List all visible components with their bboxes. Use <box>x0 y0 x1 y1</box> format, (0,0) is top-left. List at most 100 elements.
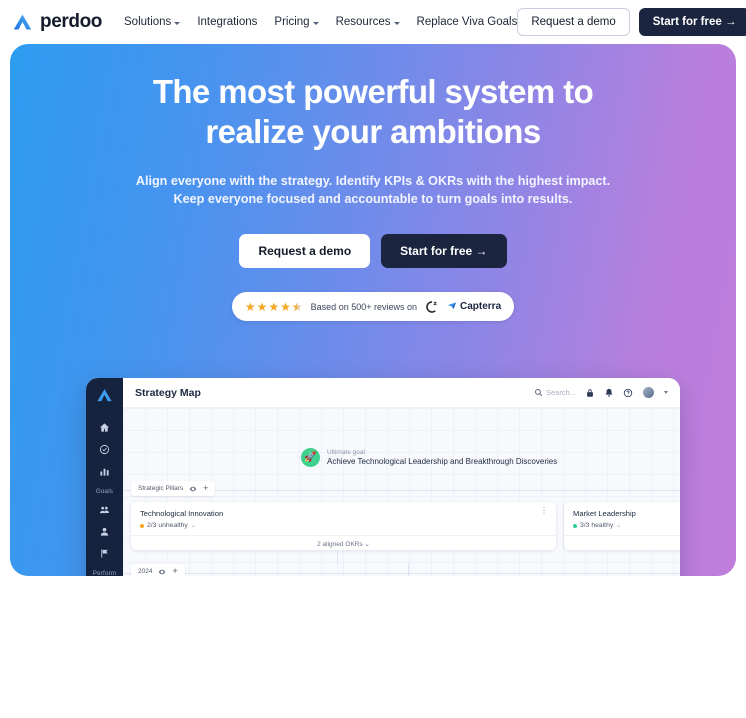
pillar-card[interactable]: Market Leadership 3/3 healthy ⌄ <box>564 502 680 550</box>
sidebar-item-analytics[interactable] <box>86 460 123 482</box>
chevron-down-icon <box>174 21 181 25</box>
app-topbar: Strategy Map Search... <box>123 378 680 408</box>
hero-request-demo-button[interactable]: Request a demo <box>239 234 371 268</box>
pillar-footer <box>564 535 680 543</box>
help-circle-icon <box>623 388 633 397</box>
star-icon: ★ <box>244 299 256 314</box>
capterra-mark-icon <box>447 302 457 310</box>
add-icon[interactable]: + <box>203 484 208 493</box>
card-menu-button[interactable]: ⋮ <box>540 507 548 515</box>
hero-start-for-free-button[interactable]: Start for free → <box>381 234 507 268</box>
sidebar-group-goals: Goals <box>95 488 114 495</box>
eye-icon[interactable] <box>158 568 166 576</box>
hero-title-line-1: The most powerful system to <box>152 73 594 110</box>
hero-title-line-2: realize your ambitions <box>205 113 541 150</box>
app-sidebar: Goals Perform Strategy <box>86 378 123 576</box>
search-icon <box>535 389 543 397</box>
pillar-footer[interactable]: 2 aligned OKRs ⌄ <box>131 535 556 550</box>
chevron-down-icon <box>393 21 400 25</box>
request-demo-button[interactable]: Request a demo <box>517 8 630 36</box>
rating-badge: ★ ★ ★ ★ ★ Based on 500+ reviews on Capte… <box>232 292 514 321</box>
status-dot-icon <box>140 523 144 528</box>
g2-logo-icon[interactable] <box>425 300 439 314</box>
app-screenshot: Goals Perform Strategy Map Search... 🚀 U… <box>86 378 680 576</box>
app-page-title: Strategy Map <box>135 386 201 399</box>
sidebar-item-check[interactable] <box>86 438 123 460</box>
connector-line <box>408 564 409 576</box>
pillar-title: Market Leadership <box>573 509 636 518</box>
pillar-footer-label: 2 aligned OKRs <box>317 540 363 548</box>
status-dot-icon <box>573 523 577 528</box>
star-rating: ★ ★ ★ ★ ★ <box>245 301 303 313</box>
brand-name: perdoo <box>40 11 102 32</box>
avatar[interactable] <box>642 386 655 399</box>
hero-content: The most powerful system to realize your… <box>10 44 736 321</box>
ultimate-goal[interactable]: 🚀 Ultimate goal Achieve Technological Le… <box>301 448 557 467</box>
star-icon: ★ <box>268 299 280 314</box>
nav-item-integrations[interactable]: Integrations <box>197 16 257 28</box>
row-label: Strategic Pillars <box>138 485 184 492</box>
chevron-down-icon <box>312 21 319 25</box>
navbar-actions: Request a demo Start for free → <box>517 8 746 36</box>
bar-chart-icon <box>100 468 109 476</box>
eye-icon[interactable] <box>189 485 197 493</box>
row-label: 2024 <box>138 568 153 575</box>
lock-button[interactable] <box>585 388 595 398</box>
nav-item-label: Solutions <box>124 16 172 28</box>
strategy-map-canvas[interactable]: 🚀 Ultimate goal Achieve Technological Le… <box>123 408 680 576</box>
row-tag-2024[interactable]: 2024 + <box>131 564 185 576</box>
row-divider <box>123 573 680 574</box>
star-icon: ★ <box>256 299 268 314</box>
person-icon <box>100 527 109 536</box>
hero-subtitle-line-1: Align everyone with the strategy. Identi… <box>135 174 611 188</box>
hero-section: The most powerful system to realize your… <box>10 44 736 576</box>
nav-item-label: Resources <box>335 16 391 28</box>
chevron-down-icon: ⌄ <box>616 523 622 529</box>
ultimate-goal-kicker: Ultimate goal <box>327 449 365 456</box>
start-for-free-button[interactable]: Start for free → <box>638 8 746 36</box>
nav-item-solutions[interactable]: Solutions <box>124 16 181 28</box>
chevron-down-icon[interactable] <box>664 391 668 394</box>
star-icon: ★ <box>280 299 291 314</box>
pillar-title: Technological Innovation <box>140 509 224 518</box>
row-tag-strategic-pillars[interactable]: Strategic Pillars + <box>131 481 216 496</box>
search-input[interactable]: Search... <box>534 388 576 397</box>
chevron-down-icon: ⌄ <box>190 523 196 529</box>
hero-cta-group: Request a demo Start for free → <box>10 234 736 268</box>
connector-line <box>337 550 338 564</box>
sidebar-group-perform: Perform <box>92 570 117 576</box>
sidebar-item-home[interactable] <box>86 416 123 438</box>
pillar-status[interactable]: 3/3 healthy ⌄ <box>573 522 675 529</box>
notifications-button[interactable] <box>604 388 614 398</box>
hero-title: The most powerful system to realize your… <box>10 72 736 152</box>
sidebar-item-teams[interactable] <box>86 498 123 520</box>
nav-item-resources[interactable]: Resources <box>336 16 400 28</box>
add-icon[interactable]: + <box>172 567 177 576</box>
brand-logo[interactable]: perdoo <box>12 11 102 33</box>
app-logo-icon[interactable] <box>96 387 113 404</box>
nav-item-label: Pricing <box>274 16 310 28</box>
people-icon <box>99 506 110 513</box>
nav-item-pricing[interactable]: Pricing <box>274 16 319 28</box>
nav-item-replace-viva-goals[interactable]: Replace Viva Goals <box>417 16 518 28</box>
rocket-icon: 🚀 <box>301 448 320 467</box>
capterra-logo[interactable]: Capterra <box>447 301 501 312</box>
search-placeholder: Search... <box>545 388 576 397</box>
app-topbar-actions: Search... <box>534 386 668 399</box>
pillar-status-label: 2/3 unhealthy <box>147 522 188 529</box>
nav-item-label: Replace Viva Goals <box>416 16 518 28</box>
sidebar-item-initiatives[interactable] <box>86 542 123 564</box>
sidebar-item-people[interactable] <box>86 520 123 542</box>
flag-icon <box>101 548 108 558</box>
lock-icon <box>587 388 593 397</box>
capterra-label: Capterra <box>460 301 502 312</box>
pillar-card[interactable]: Technological Innovation 2/3 unhealthy ⌄… <box>131 502 556 550</box>
ultimate-goal-title: Achieve Technological Leadership and Bre… <box>327 457 558 466</box>
help-button[interactable] <box>623 388 633 398</box>
star-half-icon: ★ <box>292 301 303 313</box>
pillar-status[interactable]: 2/3 unhealthy ⌄ <box>140 522 547 529</box>
perdoo-logo-icon <box>13 14 32 29</box>
site-navbar: perdoo Solutions Integrations Pricing Re… <box>0 0 746 44</box>
rating-text: Based on 500+ reviews on <box>310 301 417 312</box>
check-circle-icon <box>99 444 110 454</box>
